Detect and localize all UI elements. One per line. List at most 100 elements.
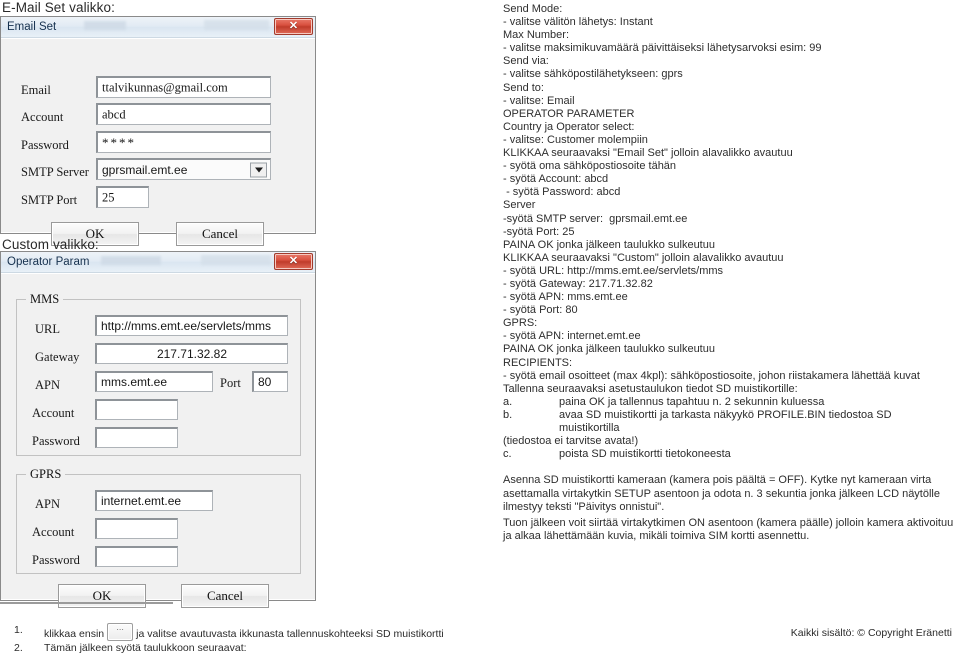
instruction-line: - syötä Gateway: 217.71.32.82	[503, 277, 653, 290]
email-dialog-title: Email Set	[7, 21, 57, 33]
mms-gateway-label: Gateway	[35, 350, 80, 364]
instruction-line: Country ja Operator select:	[503, 120, 635, 133]
instruction-line: Send to:	[503, 81, 544, 94]
instruction-step-key: b.	[503, 408, 513, 421]
instructions-column: Send Mode: - valitse välitön lähetys: Ins…	[503, 3, 955, 543]
close-icon[interactable]: ✕	[274, 253, 313, 270]
password-field-label: Password	[21, 138, 69, 152]
instruction-line: - syötä APN: mms.emt.ee	[503, 291, 628, 304]
operator-dialog-title: Operator Param	[7, 256, 90, 268]
mms-password-label: Password	[32, 434, 80, 448]
gprs-apn-input[interactable]: internet.emt.ee	[95, 490, 213, 511]
mms-url-label: URL	[35, 322, 60, 336]
instruction-line: Max Number:	[503, 29, 570, 42]
mms-gateway-input[interactable]: 217.71.32.82	[95, 343, 288, 364]
operator-cancel-button[interactable]: Cancel	[181, 584, 269, 608]
instruction-line: -syötä SMTP server: gprsmail.emt.ee	[503, 212, 688, 225]
instruction-line: -syötä Port: 25	[503, 225, 575, 238]
instruction-line: GPRS:	[503, 317, 538, 330]
instruction-step-c-text: poista SD muistikortti tietokoneesta	[559, 448, 731, 461]
instruction-step-text: avaa SD muistikortti ja tarkasta näkyykö…	[559, 408, 892, 434]
email-cancel-button[interactable]: Cancel	[176, 222, 264, 246]
email-field-label: Email	[21, 83, 51, 97]
gprs-account-input[interactable]	[95, 518, 178, 539]
footer-step-1-after: ja valitse avautuvasta ikkunasta tallenn…	[136, 628, 444, 640]
titlebar-blur-artifact-2	[204, 20, 269, 30]
heading-email-set-menu: E-Mail Set valikko:	[2, 0, 115, 15]
instruction-step: b. avaa SD muistikortti ja tarkasta näkyy…	[503, 409, 955, 435]
smtp-port-value: 25	[102, 190, 115, 204]
mms-apn-label: APN	[35, 378, 61, 392]
smtp-port-input[interactable]: 25	[96, 186, 149, 208]
close-x-glyph: ✕	[288, 20, 299, 32]
footer-step-2-number: 2.	[14, 642, 23, 654]
instruction-line: Server	[503, 199, 536, 212]
heading-custom-menu: Custom valikko:	[2, 237, 99, 252]
email-input[interactable]: ttalvikunnas@gmail.com	[96, 76, 271, 98]
password-input-value: ****	[102, 134, 136, 150]
smtp-server-combobox[interactable]: gprsmail.emt.ee	[96, 158, 271, 180]
browse-ellipsis-button[interactable]	[107, 620, 134, 641]
footer-step-1-before: klikkaa ensin	[44, 628, 105, 640]
mms-apn-value: mms.emt.ee	[101, 375, 168, 389]
instruction-line: - syötä APN: internet.emt.ee	[503, 330, 641, 343]
instruction-line: Tallenna seuraavaksi asetustaulukon tied…	[503, 382, 798, 395]
smtp-server-value: gprsmail.emt.ee	[102, 162, 188, 177]
mms-account-input[interactable]	[95, 399, 178, 420]
smtp-server-field-label: SMTP Server	[21, 165, 89, 179]
gprs-password-input[interactable]	[95, 546, 178, 567]
close-x-glyph: ✕	[288, 255, 299, 267]
operator-param-dialog: Operator Param ✕ MMS URL http://mms.emt.…	[0, 251, 316, 608]
password-input[interactable]: ****	[96, 131, 271, 153]
titlebar-blur-artifact-4	[201, 255, 271, 265]
instruction-line: - syötä URL: http://mms.emt.ee/servlets/…	[503, 264, 724, 277]
instruction-line: KLIKKAA seuraavaksi "Email Set" jolloin …	[503, 147, 793, 160]
mms-password-input[interactable]	[95, 427, 178, 448]
instruction-line: RECIPIENTS:	[503, 356, 573, 369]
close-icon[interactable]: ✕	[274, 18, 313, 35]
footer-step-2: 2. Tämän jälkeen syötä taulukkoon seuraa…	[14, 641, 484, 655]
smtp-port-field-label: SMTP Port	[21, 193, 78, 207]
titlebar-blur-artifact-1	[84, 21, 126, 30]
mms-apn-input[interactable]: mms.emt.ee	[95, 371, 213, 392]
instruction-line: - valitse: Customer molempiin	[503, 133, 648, 146]
instruction-line: OPERATOR PARAMETER	[503, 107, 635, 120]
instruction-steps: a. paina OK ja tallennus tapahtuu n. 2 se…	[503, 396, 955, 435]
instruction-paragraph-1: Asenna SD muistikortti kameraan (kamera …	[503, 474, 940, 514]
account-input[interactable]: abcd	[96, 103, 271, 125]
operator-ok-button[interactable]: OK	[58, 584, 146, 608]
email-dialog-body: Email ttalvikunnas@gmail.com Account abc…	[1, 38, 315, 246]
instruction-line: - syötä Port: 80	[503, 304, 578, 317]
instruction-step: a. paina OK ja tallennus tapahtuu n. 2 se…	[503, 396, 955, 409]
left-column: E-Mail Set valikko: Email Set ✕ Email tt…	[0, 0, 330, 651]
mms-port-value: 80	[258, 375, 272, 389]
mms-port-label: Port	[220, 376, 241, 390]
account-field-label: Account	[21, 110, 64, 124]
footer-step-2-text: Tämän jälkeen syötä taulukkoon seuraavat…	[44, 642, 247, 654]
titlebar-blur-artifact-3	[101, 256, 161, 265]
instruction-line: Send via:	[503, 55, 549, 68]
instruction-line: - syötä Password: abcd	[503, 186, 621, 199]
instruction-after-b: (tiedostoa ei tarvitse avata!)	[503, 435, 639, 448]
instruction-line: - valitse: Email	[503, 94, 575, 107]
mms-gateway-value: 217.71.32.82	[156, 347, 228, 361]
operator-dialog-titlebar[interactable]: Operator Param ✕	[1, 252, 315, 273]
mms-url-input[interactable]: http://mms.emt.ee/servlets/mms	[95, 315, 288, 336]
footer-step-list: 1. klikkaa ensin ja valitse avautuvasta i…	[14, 620, 484, 655]
operator-dialog-body: MMS URL http://mms.emt.ee/servlets/mms G…	[1, 273, 315, 608]
mms-account-label: Account	[32, 406, 75, 420]
gprs-group-label: GPRS	[26, 467, 66, 481]
instruction-line: - syötä email osoitteet (max 4kpl): sähk…	[503, 369, 920, 382]
footer-divider	[0, 602, 173, 604]
instruction-line: Send Mode:	[503, 3, 563, 15]
chevron-down-icon[interactable]	[250, 162, 267, 177]
footer-step-1-text: klikkaa ensin ja valitse avautuvasta ikku…	[44, 620, 444, 641]
instruction-step-key: a.	[503, 395, 513, 408]
instruction-step-text: paina OK ja tallennus tapahtuu n. 2 seku…	[559, 395, 825, 408]
gprs-password-label: Password	[32, 553, 80, 567]
gprs-account-label: Account	[32, 525, 75, 539]
email-dialog-titlebar[interactable]: Email Set ✕	[1, 17, 315, 38]
gprs-apn-value: internet.emt.ee	[101, 494, 182, 508]
mms-port-input[interactable]: 80	[252, 371, 288, 392]
instruction-line: - valitse maksimikuvamäärä päivittäiseks…	[503, 42, 822, 55]
